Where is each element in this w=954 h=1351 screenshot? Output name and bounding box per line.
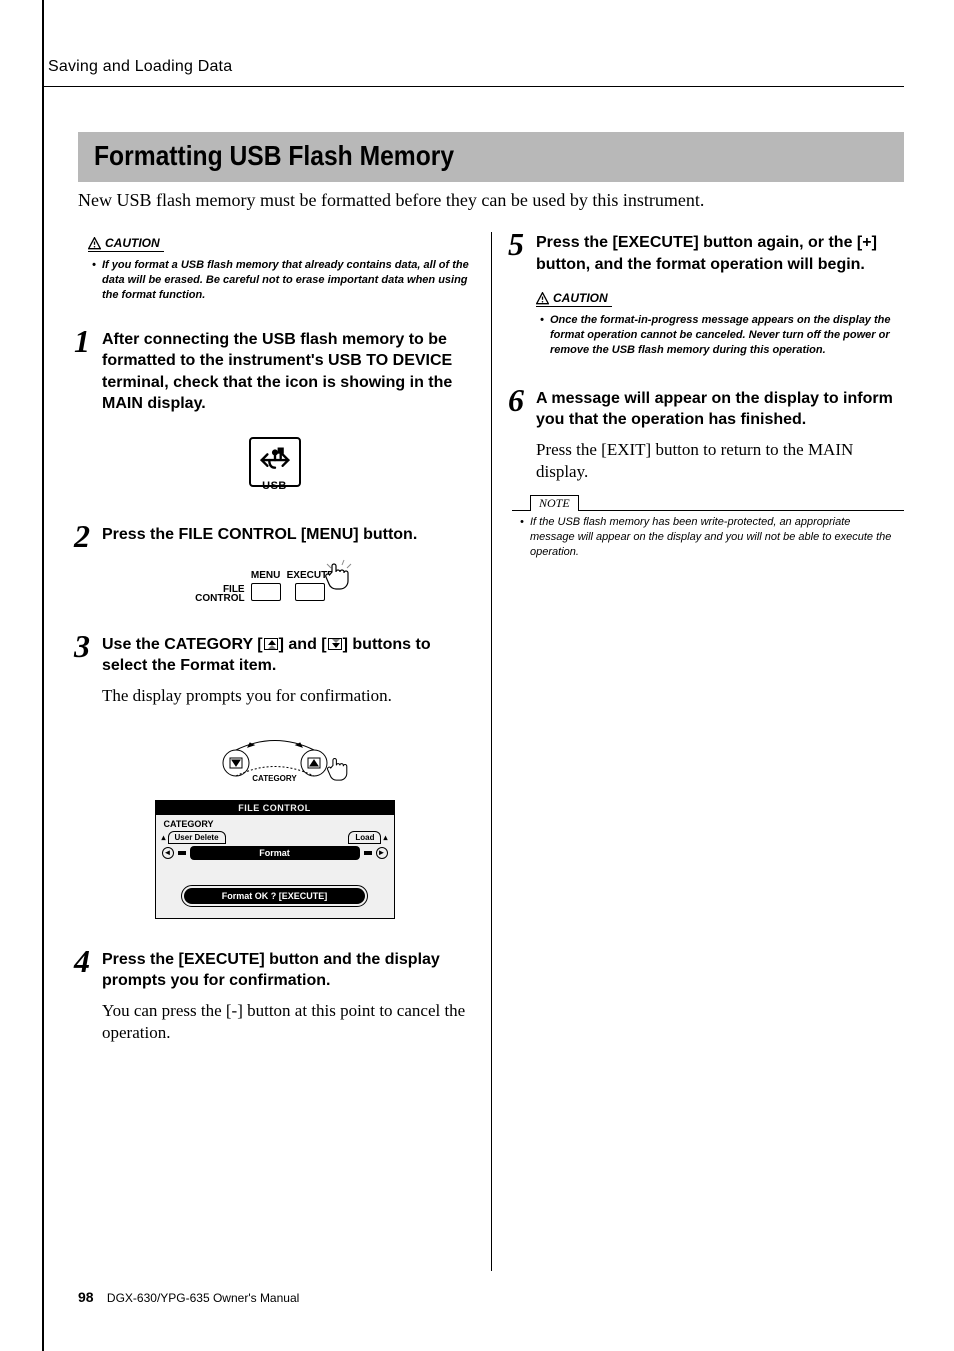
- step-body: The display prompts you for confirmation…: [102, 685, 471, 707]
- right-column: 5 Press the [EXECUTE] button again, or t…: [491, 232, 904, 1271]
- caution-text: If you format a USB flash memory that al…: [88, 258, 471, 303]
- lcd-category-label: CATEGORY: [164, 819, 388, 829]
- menu-button: [251, 583, 281, 601]
- step-heading: Press the [EXECUTE] button again, or the…: [536, 232, 904, 275]
- note-label: NOTE: [530, 495, 579, 511]
- step-1: 1 After connecting the USB flash memory …: [78, 329, 471, 494]
- caution-text: Once the format-in-progress message appe…: [536, 313, 904, 358]
- running-header: Saving and Loading Data: [42, 58, 904, 87]
- usb-label: USB: [255, 481, 295, 492]
- usb-icon: USB: [249, 437, 301, 487]
- caution-heading: CAUTION: [88, 236, 164, 252]
- page-title-bar: Formatting USB Flash Memory: [78, 132, 904, 182]
- step-2: 2 Press the FILE CONTROL [MENU] button. …: [78, 524, 471, 604]
- page-footer: 98 DGX-630/YPG-635 Owner's Manual: [78, 1289, 299, 1305]
- warning-icon: [88, 237, 101, 250]
- step-heading: Press the [EXECUTE] button and the displ…: [102, 949, 471, 992]
- file-control-figure: FILE CONTROL MENU EXECUTE: [78, 560, 471, 604]
- file-control-label: FILE CONTROL: [195, 585, 244, 604]
- step-6: 6 A message will appear on the display t…: [512, 388, 904, 564]
- caution-label: CAUTION: [105, 236, 160, 250]
- manual-title: DGX-630/YPG-635 Owner's Manual: [107, 1291, 299, 1305]
- caution-block-mid: CAUTION Once the format-in-progress mess…: [536, 291, 904, 358]
- intro-text: New USB flash memory must be formatted b…: [78, 190, 904, 211]
- step-number: 5: [508, 226, 524, 263]
- lcd-selected-item: Format: [190, 846, 360, 860]
- menu-label: MENU: [251, 570, 280, 581]
- lcd-screen-figure: FILE CONTROL CATEGORY ▴ User Delete Load…: [155, 800, 395, 919]
- usb-icon-figure: USB: [78, 437, 471, 494]
- step-heading: After connecting the USB flash memory to…: [102, 329, 471, 415]
- category-up-icon: [264, 638, 278, 650]
- lcd-arrow-up: ▴: [162, 833, 166, 842]
- step-body: Press the [EXIT] button to return to the…: [536, 439, 904, 483]
- content-columns: CAUTION If you format a USB flash memory…: [78, 232, 904, 1271]
- lcd-left-circle: ◄: [162, 847, 174, 859]
- note-block: NOTE If the USB flash memory has been wr…: [512, 495, 904, 564]
- step-4: 4 Press the [EXECUTE] button and the dis…: [78, 949, 471, 1044]
- step-heading: Use the CATEGORY [] and [] buttons to se…: [102, 634, 471, 677]
- page-title: Formatting USB Flash Memory: [94, 140, 793, 172]
- lcd-confirm-prompt: Format OK ? [EXECUTE]: [184, 888, 365, 904]
- hand-pointer-icon: [324, 558, 354, 597]
- step-number: 2: [74, 518, 90, 555]
- note-text: If the USB flash memory has been write-p…: [512, 510, 904, 564]
- lcd-arrow-up: ▴: [383, 833, 387, 842]
- lcd-left-tab: User Delete: [168, 831, 226, 844]
- step-number: 3: [74, 628, 90, 665]
- step-number: 1: [74, 323, 90, 360]
- step3-text-a: Use the CATEGORY [: [102, 636, 263, 653]
- category-panel-figure: CATEGORY: [78, 721, 471, 786]
- step-heading: Press the FILE CONTROL [MENU] button.: [102, 524, 471, 546]
- step-heading: A message will appear on the display to …: [536, 388, 904, 431]
- page-margin-line: [42, 0, 44, 1351]
- step-5: 5 Press the [EXECUTE] button again, or t…: [512, 232, 904, 358]
- step-3: 3 Use the CATEGORY [] and [] buttons to …: [78, 634, 471, 919]
- step-number: 4: [74, 943, 90, 980]
- category-down-icon: [328, 638, 342, 650]
- lcd-right-circle: ►: [376, 847, 388, 859]
- caution-label: CAUTION: [553, 291, 608, 305]
- step-body: You can press the [-] button at this poi…: [102, 1000, 471, 1044]
- execute-button: [295, 583, 325, 601]
- section-title: Saving and Loading Data: [42, 58, 904, 76]
- warning-icon: [536, 292, 549, 305]
- lcd-right-tab: Load: [348, 831, 381, 844]
- step-number: 6: [508, 382, 524, 419]
- header-rule: [42, 86, 904, 87]
- caution-heading: CAUTION: [536, 291, 612, 307]
- step3-text-b: ] and [: [279, 636, 327, 653]
- hand-pointer-icon: [326, 753, 352, 788]
- caution-block-top: CAUTION If you format a USB flash memory…: [88, 236, 471, 303]
- left-column: CAUTION If you format a USB flash memory…: [78, 232, 491, 1271]
- page-number: 98: [78, 1289, 94, 1305]
- lcd-title: FILE CONTROL: [156, 801, 394, 815]
